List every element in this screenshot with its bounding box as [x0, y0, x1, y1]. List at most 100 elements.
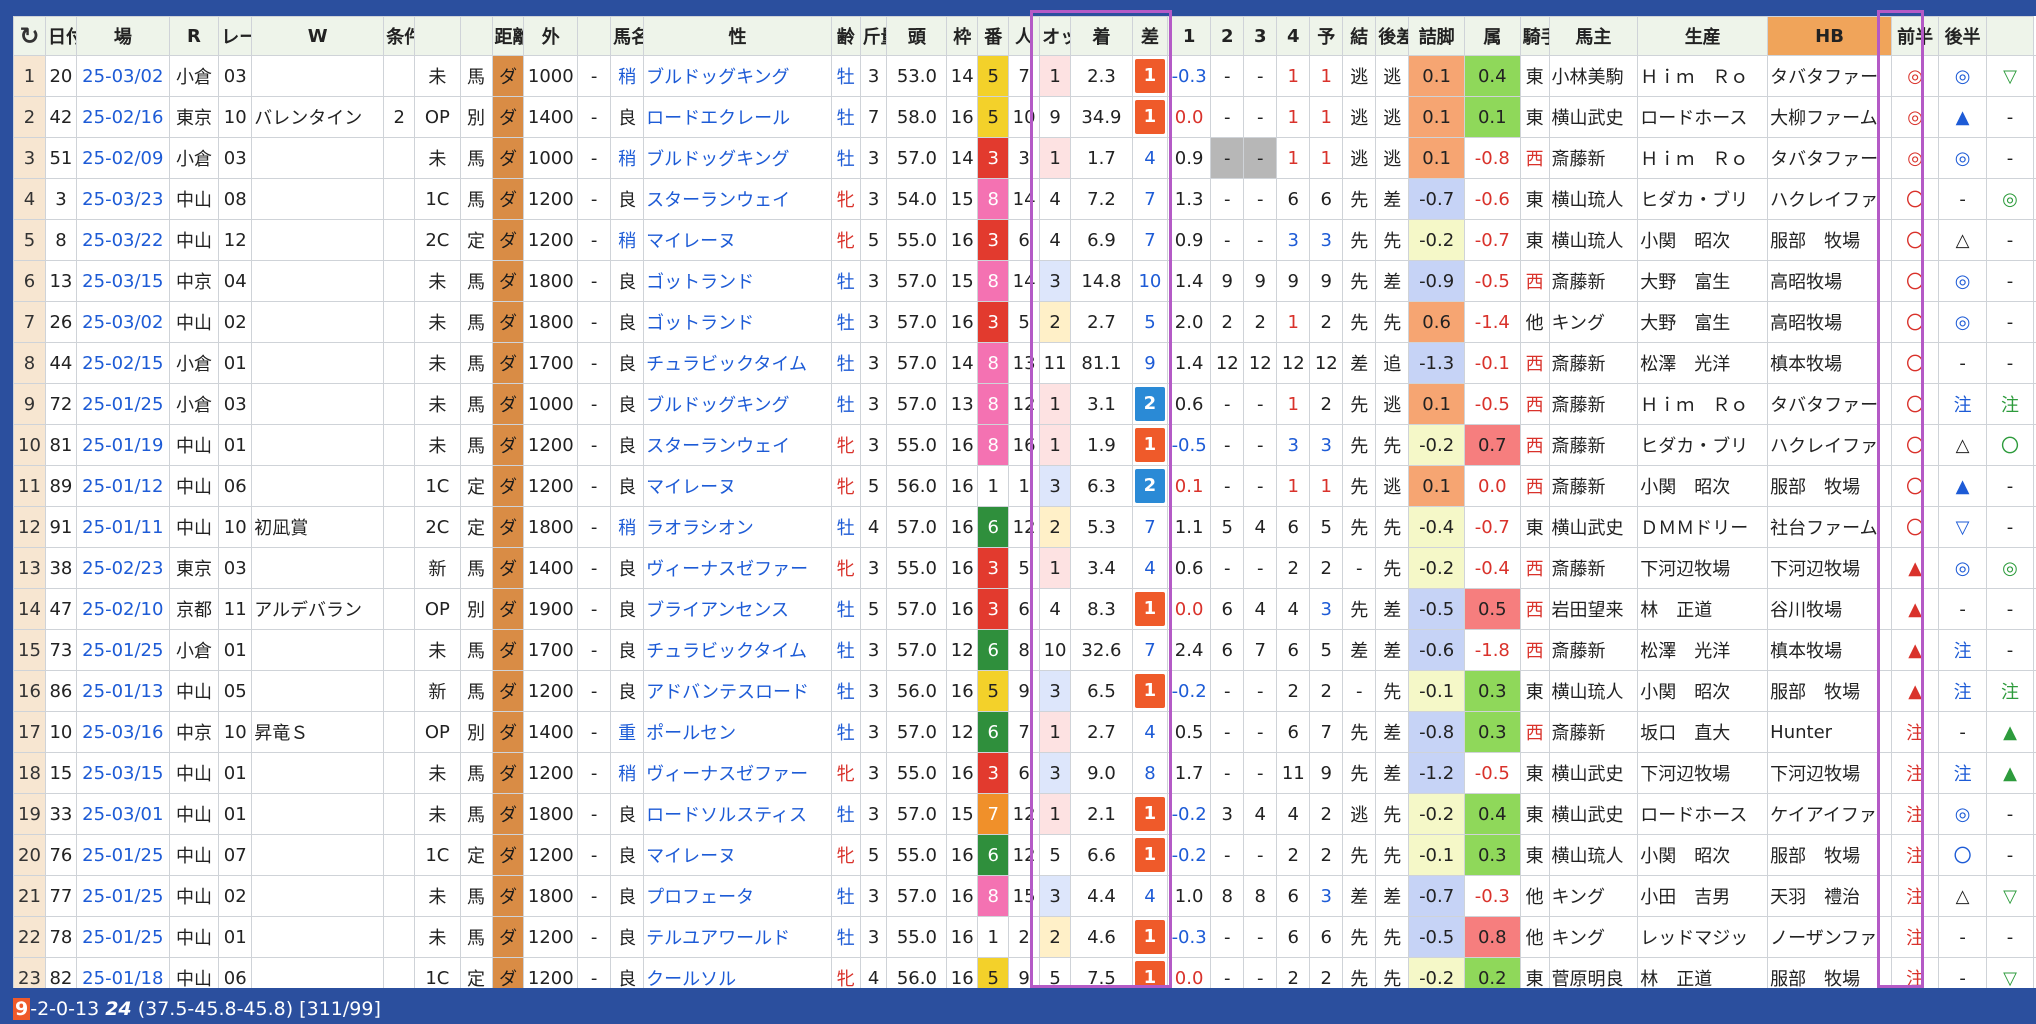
table-row[interactable]: 14 47 25-02/10 京都 11 アルデバラン OP 別ダ 1900- 良ブライアンセンス…: [13, 588, 2036, 630]
table-cell[interactable]: ゴットランド: [643, 260, 832, 302]
table-cell[interactable]: マイレーヌ: [643, 465, 832, 507]
column-header[interactable]: 外: [523, 16, 579, 56]
table-row[interactable]: 23 82 25-01/18 中山 06 1C 定ダ 1200- 良クールソル牝 4 56.0 16 5…: [13, 957, 2036, 988]
table-row[interactable]: 3 51 25-02/09 小倉 03 未馬ダ 1000- 稍ブルドッグキング牡 3 57.0 14…: [13, 137, 2036, 179]
column-header[interactable]: 差: [1131, 16, 1168, 56]
table-cell[interactable]: 25-01/25: [75, 875, 170, 917]
table-cell[interactable]: 25-03/15: [75, 752, 170, 794]
table-cell[interactable]: ヴィーナスゼファー: [643, 547, 832, 589]
table-cell[interactable]: ポールセン: [643, 711, 832, 753]
column-header[interactable]: [459, 16, 493, 56]
column-header[interactable]: 着: [1070, 16, 1133, 56]
column-header[interactable]: W: [251, 16, 385, 56]
column-header[interactable]: 生産: [1637, 16, 1769, 56]
column-header[interactable]: 齢: [830, 16, 861, 56]
column-header[interactable]: オッズ: [1039, 16, 1072, 56]
table-row[interactable]: 1 20 25-03/02 小倉 03 未馬ダ 1000- 稍ブルドッグキング牡 3 53.0 14…: [13, 55, 2036, 97]
table-cell[interactable]: テルユアワールド: [643, 916, 832, 958]
table-cell[interactable]: 25-01/25: [75, 629, 170, 671]
column-header[interactable]: 4: [1276, 16, 1311, 56]
column-header[interactable]: 2: [1210, 16, 1245, 56]
table-row[interactable]: 11 89 25-01/12 中山 06 1C 定ダ 1200- 良マイレーヌ牝 5 56.0 16 1…: [13, 465, 2036, 507]
column-header[interactable]: [1985, 16, 2035, 56]
table-cell[interactable]: スターランウェイ: [643, 178, 832, 220]
column-header[interactable]: 予: [1309, 16, 1344, 56]
column-header[interactable]: 馬名: [610, 16, 645, 56]
column-header[interactable]: R: [168, 16, 220, 56]
table-cell[interactable]: ゴットランド: [643, 301, 832, 343]
table-row[interactable]: 6 13 25-03/15 中京 04 未馬ダ 1800- 良ゴットランド牡 3 57.0 15 8 1…: [13, 260, 2036, 302]
table-row[interactable]: 22 78 25-01/25 中山 01 未馬ダ 1200- 良テルユアワールド牡 3 55.0 1…: [13, 916, 2036, 958]
column-header[interactable]: 頭: [886, 16, 948, 56]
table-row[interactable]: 10 81 25-01/19 中山 01 未馬ダ 1200- 良スターランウェイ牝 3 55.0 1…: [13, 424, 2036, 466]
table-row[interactable]: 8 44 25-02/15 小倉 01 未馬ダ 1700- 良チュラビックタイム牡 3 57.0 1…: [13, 342, 2036, 384]
table-row[interactable]: 21 77 25-01/25 中山 02 未馬ダ 1800- 良プロフェータ牡 3 57.0 16 8…: [13, 875, 2036, 917]
column-header[interactable]: レース名: [218, 16, 253, 56]
table-row[interactable]: 13 38 25-02/23 東京 03 新馬ダ 1400- 良ヴィーナスゼファー牝 3 55.0…: [13, 547, 2036, 589]
table-cell[interactable]: 25-03/02: [75, 55, 170, 97]
column-header[interactable]: 詰脚: [1408, 16, 1465, 56]
column-header[interactable]: 後半: [1938, 16, 1987, 56]
table-cell[interactable]: マイレーヌ: [643, 834, 832, 876]
table-cell[interactable]: スターランウェイ: [643, 424, 832, 466]
table-cell[interactable]: 25-03/22: [75, 219, 170, 261]
table-cell[interactable]: プロフェータ: [643, 875, 832, 917]
table-cell[interactable]: ブルドッグキング: [643, 55, 832, 97]
column-header[interactable]: 場: [75, 16, 170, 56]
table-row[interactable]: 4 3 25-03/23 中山 08 1C 馬ダ 1200- 良スターランウェイ牝 3 54.0 15…: [13, 178, 2036, 220]
column-header[interactable]: 馬主: [1548, 16, 1639, 56]
column-header[interactable]: 属: [1463, 16, 1521, 56]
table-cell[interactable]: チュラビックタイム: [643, 342, 832, 384]
table-row[interactable]: 5 8 25-03/22 中山 12 2C 定ダ 1200- 稍マイレーヌ牝 5 55.0 16 3 6 4…: [13, 219, 2036, 261]
table-cell[interactable]: 25-02/16: [75, 96, 170, 138]
table-cell[interactable]: 25-02/23: [75, 547, 170, 589]
column-header[interactable]: 人: [1008, 16, 1041, 56]
table-cell[interactable]: ロードエクレール: [643, 96, 832, 138]
table-cell[interactable]: ロードソルスティス: [643, 793, 832, 835]
table-row[interactable]: 17 10 25-03/16 中京 10 昇竜Ｓ OP 別ダ 1400- 重ポールセン牡 3 57.0…: [13, 711, 2036, 753]
table-row[interactable]: 18 15 25-03/15 中山 01 未馬ダ 1200- 稍ヴィーナスゼファー牝 3 55.0…: [13, 752, 2036, 794]
table-cell[interactable]: マイレーヌ: [643, 219, 832, 261]
table-row[interactable]: 7 26 25-03/02 中山 02 未馬ダ 1800- 良ゴットランド牡 3 57.0 16 3 5…: [13, 301, 2036, 343]
column-header[interactable]: 前半: [1890, 16, 1940, 56]
table-cell[interactable]: 25-01/18: [75, 957, 170, 988]
table-cell[interactable]: 25-01/12: [75, 465, 170, 507]
column-header[interactable]: 枠: [946, 16, 979, 56]
column-header[interactable]: 性: [643, 16, 832, 56]
column-header[interactable]: HB: [1767, 16, 1892, 56]
table-cell[interactable]: 25-01/25: [75, 916, 170, 958]
table-cell[interactable]: 25-02/15: [75, 342, 170, 384]
table-cell[interactable]: 25-02/10: [75, 588, 170, 630]
column-header[interactable]: 騎手: [1519, 16, 1550, 56]
column-header[interactable]: 距離: [491, 16, 525, 56]
refresh-icon[interactable]: ↻: [13, 16, 46, 56]
table-cell[interactable]: 25-01/19: [75, 424, 170, 466]
table-cell[interactable]: クールソル: [643, 957, 832, 988]
column-header[interactable]: 3: [1243, 16, 1278, 56]
table-cell[interactable]: 25-01/25: [75, 834, 170, 876]
table-row[interactable]: 2 42 25-02/16 東京 10 バレンタイン 2 OP 別ダ 1400- 良ロードエクレール…: [13, 96, 2036, 138]
table-row[interactable]: 9 72 25-01/25 小倉 03 未馬ダ 1000- 良ブルドッグキング牡 3 57.0 13…: [13, 383, 2036, 425]
table-row[interactable]: 20 76 25-01/25 中山 07 1C 定ダ 1200- 良マイレーヌ牝 5 55.0 16 6…: [13, 834, 2036, 876]
table-row[interactable]: 15 73 25-01/25 小倉 01 未馬ダ 1700- 良チュラビックタイム牡 3 57.0…: [13, 629, 2036, 671]
table-cell[interactable]: ブルドッグキング: [643, 137, 832, 179]
table-cell[interactable]: 25-01/13: [75, 670, 170, 712]
table-row[interactable]: 16 86 25-01/13 中山 05 新馬ダ 1200- 良アドバンテスロード牡 3 56.0…: [13, 670, 2036, 712]
table-cell[interactable]: アドバンテスロード: [643, 670, 832, 712]
column-header[interactable]: 日付: [44, 16, 77, 56]
table-cell[interactable]: 25-01/11: [75, 506, 170, 548]
table-row[interactable]: 12 91 25-01/11 中山 10 初凪賞 2C 定ダ 1800- 稍ラオラシオン牡 4 57.…: [13, 506, 2036, 548]
table-cell[interactable]: ラオラシオン: [643, 506, 832, 548]
column-header[interactable]: [577, 16, 612, 56]
table-cell[interactable]: チュラビックタイム: [643, 629, 832, 671]
table-cell[interactable]: 25-03/23: [75, 178, 170, 220]
column-header[interactable]: [414, 16, 461, 56]
table-cell[interactable]: ブルドッグキング: [643, 383, 832, 425]
table-cell[interactable]: 25-03/02: [75, 301, 170, 343]
column-header[interactable]: 結: [1342, 16, 1377, 56]
table-cell[interactable]: 25-01/25: [75, 383, 170, 425]
table-cell[interactable]: ブライアンセンス: [643, 588, 832, 630]
table-row[interactable]: 19 33 25-03/01 中山 01 未馬ダ 1800- 良ロードソルスティス牡 3 57.0…: [13, 793, 2036, 835]
column-header[interactable]: 条件: [383, 16, 416, 56]
column-header[interactable]: 1: [1166, 16, 1212, 56]
